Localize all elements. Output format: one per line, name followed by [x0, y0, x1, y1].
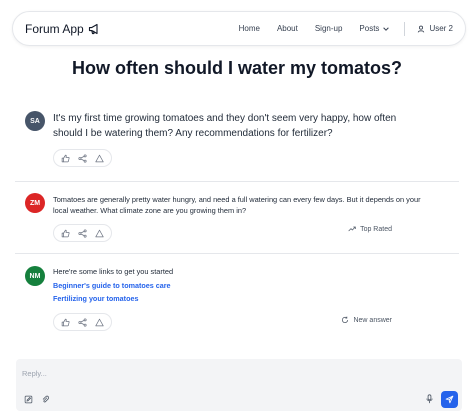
nav-link-about[interactable]: About: [277, 24, 298, 33]
nav-links: Home About Sign-up Posts: [239, 24, 391, 33]
flag-warning-icon[interactable]: [95, 229, 104, 238]
nav-posts-label: Posts: [359, 24, 380, 33]
user-icon: [418, 25, 425, 33]
send-icon: [445, 395, 454, 404]
post-1: SA It's my first time growing tomatoes a…: [25, 111, 425, 168]
reply-input[interactable]: [22, 365, 442, 381]
link-list: Beginner's guide to tomatoes care Fertil…: [53, 281, 425, 303]
paperclip-icon[interactable]: [41, 395, 50, 404]
thumbs-up-icon[interactable]: [61, 154, 70, 163]
new-answer-label: New answer: [353, 316, 392, 324]
link-fertilizing[interactable]: Fertilizing your tomatoes: [53, 294, 425, 303]
microphone-icon[interactable]: [425, 394, 434, 404]
avatar: SA: [25, 111, 45, 131]
avatar: NM: [25, 266, 45, 286]
top-rated-label: Top Rated: [360, 225, 392, 233]
post-2: ZM Tomatoes are generally pretty water h…: [25, 193, 425, 243]
send-button[interactable]: [441, 391, 458, 408]
new-answer-badge: New answer: [341, 316, 392, 324]
refresh-icon: [342, 316, 349, 323]
post-actions: [53, 224, 112, 242]
trending-up-icon: [348, 226, 356, 232]
nav-link-home[interactable]: Home: [239, 24, 260, 33]
post-actions: [53, 313, 112, 331]
navbar: Forum App Home About Sign-up Posts User …: [12, 11, 466, 46]
flag-warning-icon[interactable]: [95, 154, 104, 163]
brand[interactable]: Forum App: [25, 22, 100, 36]
top-rated-badge: Top Rated: [348, 225, 392, 233]
nav-posts-dropdown[interactable]: Posts: [359, 24, 390, 33]
edit-icon[interactable]: [24, 395, 33, 404]
post-text: Here're some links to get you started: [53, 267, 174, 276]
share-icon[interactable]: [78, 228, 87, 238]
post-divider: [15, 181, 459, 182]
reply-tools: [24, 395, 50, 404]
share-icon[interactable]: [78, 317, 87, 327]
post-divider: [15, 253, 459, 254]
flag-warning-icon[interactable]: [95, 318, 104, 327]
page-title: How often should I water my tomatos?: [71, 58, 403, 78]
post-text: Tomatoes are generally pretty water hung…: [53, 195, 421, 215]
user-name: User 2: [429, 24, 453, 33]
reply-box: [16, 359, 462, 411]
megaphone-icon: [88, 23, 98, 34]
avatar: ZM: [25, 193, 45, 213]
thumbs-up-icon[interactable]: [61, 229, 70, 238]
brand-name[interactable]: Forum App: [25, 22, 84, 36]
chevron-down-icon: [383, 26, 390, 31]
post-actions: [53, 149, 112, 167]
share-icon[interactable]: [78, 153, 87, 163]
thumbs-up-icon[interactable]: [61, 318, 70, 327]
link-beginners-guide[interactable]: Beginner's guide to tomatoes care: [53, 281, 425, 290]
post-text: It's my first time growing tomatoes and …: [53, 113, 397, 139]
user-menu[interactable]: User 2: [417, 24, 453, 33]
nav-divider: [404, 21, 406, 36]
nav-link-sign-up[interactable]: Sign-up: [315, 24, 343, 33]
